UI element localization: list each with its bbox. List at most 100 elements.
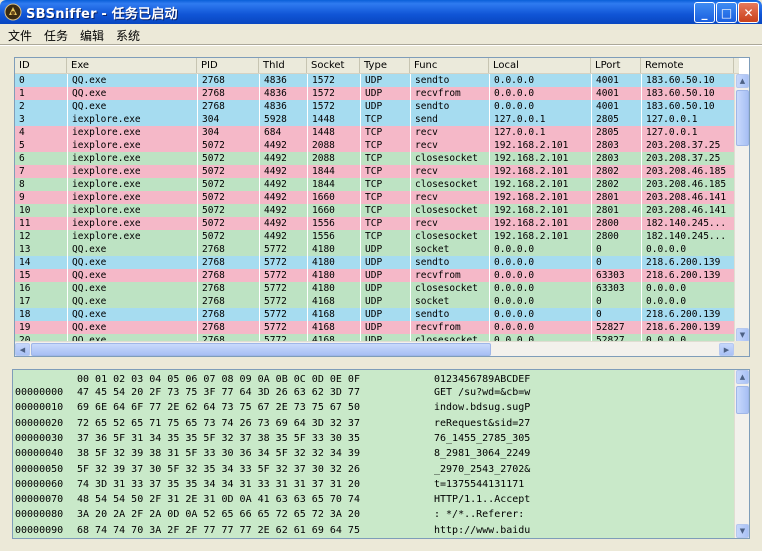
table-cell: 2768 bbox=[197, 269, 259, 282]
table-cell: 14 bbox=[19, 257, 31, 268]
table-cell: 52827 bbox=[591, 321, 641, 334]
table-row[interactable]: 9 iexplore.exe 5072 4492 1660 TCP recv 192.168.… bbox=[15, 191, 734, 204]
column-header[interactable]: Local bbox=[489, 58, 591, 73]
table-cell: 0.0.0.0 bbox=[489, 256, 591, 269]
table-cell: socket bbox=[410, 295, 489, 308]
table-cell: 192.168.2.101 bbox=[489, 230, 591, 243]
table-row[interactable]: 1 QQ.exe 2768 4836 1572 UDP recvfrom 0.0.0.0 400… bbox=[15, 87, 734, 100]
table-cell: 1 bbox=[19, 88, 25, 99]
hex-ascii: 8_2981_3064_2249 bbox=[434, 448, 531, 460]
table-cell: 12 bbox=[19, 231, 31, 242]
table-cell: 1572 bbox=[307, 87, 360, 100]
hex-header: 00 01 02 03 04 05 06 07 08 09 0A 0B 0C 0… bbox=[13, 373, 733, 386]
table-cell: 3 bbox=[19, 114, 25, 125]
table-cell: UDP bbox=[360, 87, 410, 100]
table-row[interactable]: 11 iexplore.exe 5072 4492 1556 TCP recv 192.168… bbox=[15, 217, 734, 230]
close-button[interactable]: ✕ bbox=[738, 2, 759, 23]
column-header[interactable]: LPort bbox=[591, 58, 641, 73]
table-row[interactable]: 15 QQ.exe 2768 5772 4180 UDP recvfrom 0.0.0.0 63… bbox=[15, 269, 734, 282]
scroll-thumb[interactable] bbox=[736, 90, 749, 146]
table-cell: 0 bbox=[19, 75, 25, 86]
column-header[interactable]: Socket bbox=[307, 58, 360, 73]
table-row[interactable]: 19 QQ.exe 2768 5772 4168 UDP recvfrom 0.0.0.0 52… bbox=[15, 321, 734, 334]
column-header[interactable]: Remote bbox=[641, 58, 734, 73]
table-row[interactable]: 6 iexplore.exe 5072 4492 2088 TCP closesocket 1… bbox=[15, 152, 734, 165]
hex-scroll-down-icon[interactable]: ▼ bbox=[736, 524, 749, 538]
maximize-button[interactable]: □ bbox=[716, 2, 737, 23]
table-cell: 1448 bbox=[307, 113, 360, 126]
table-cell: 0.0.0.0 bbox=[489, 74, 591, 87]
table-cell: 8 bbox=[19, 179, 25, 190]
scroll-up-icon[interactable]: ▲ bbox=[736, 74, 749, 88]
window-title: SBSniffer - 任务已启动 bbox=[26, 7, 178, 22]
menu-file[interactable]: 文件 bbox=[8, 27, 32, 44]
hex-vertical-scrollbar[interactable]: ▲ ▼ bbox=[734, 370, 749, 538]
hscroll-thumb[interactable] bbox=[31, 343, 491, 356]
menu-system[interactable]: 系统 bbox=[116, 27, 140, 44]
table-cell: iexplore.exe bbox=[67, 165, 197, 178]
table-row[interactable]: 17 QQ.exe 2768 5772 4168 UDP socket 0.0.0.0 0 0.0… bbox=[15, 295, 734, 308]
scroll-down-icon[interactable]: ▼ bbox=[736, 328, 749, 342]
table-row[interactable]: 10 iexplore.exe 5072 4492 1660 TCP closesocket… bbox=[15, 204, 734, 217]
table-cell: recv bbox=[410, 191, 489, 204]
hex-line: 00000090 68 74 74 70 3A 2F 2F 77 77 77 2E… bbox=[13, 524, 733, 537]
table-row[interactable]: 8 iexplore.exe 5072 4492 1844 TCP closesocket 1… bbox=[15, 178, 734, 191]
table-row[interactable]: 5 iexplore.exe 5072 4492 2088 TCP recv 192.168.… bbox=[15, 139, 734, 152]
table-row[interactable]: 16 QQ.exe 2768 5772 4180 UDP closesocket 0.0.0.… bbox=[15, 282, 734, 295]
menu-edit[interactable]: 编辑 bbox=[80, 27, 104, 44]
menu-task[interactable]: 任务 bbox=[44, 27, 68, 44]
table-cell: 304 bbox=[197, 113, 259, 126]
table-row[interactable]: 3 iexplore.exe 304 5928 1448 TCP send 127.0.0.1… bbox=[15, 113, 734, 126]
table-cell: closesocket bbox=[410, 282, 489, 295]
table-cell: 4180 bbox=[307, 256, 360, 269]
table-row[interactable]: 7 iexplore.exe 5072 4492 1844 TCP recv 192.168.… bbox=[15, 165, 734, 178]
minimize-button[interactable]: _ bbox=[694, 2, 715, 23]
table-row[interactable]: 14 QQ.exe 2768 5772 4180 UDP sendto 0.0.0.0 0 218… bbox=[15, 256, 734, 269]
column-header[interactable]: ID bbox=[15, 58, 67, 73]
table-cell: TCP bbox=[360, 126, 410, 139]
hex-bytes: 68 74 74 70 3A 2F 2F 77 77 77 2E 62 61 6… bbox=[77, 524, 360, 536]
column-header[interactable]: L bbox=[734, 58, 739, 73]
table-row[interactable]: 18 QQ.exe 2768 5772 4168 UDP sendto 0.0.0.0 0 218… bbox=[15, 308, 734, 321]
column-header[interactable]: PID bbox=[197, 58, 259, 73]
table-row[interactable]: 2 QQ.exe 2768 4836 1572 UDP sendto 0.0.0.0 4001 1… bbox=[15, 100, 734, 113]
table-cell: 203.208.37.25 bbox=[641, 139, 734, 152]
table-cell: 203.208.46.185 bbox=[641, 178, 734, 191]
table-row[interactable]: 12 iexplore.exe 5072 4492 1556 TCP closesocket… bbox=[15, 230, 734, 243]
column-header[interactable]: Type bbox=[360, 58, 410, 73]
table-cell: 192.168.2.101 bbox=[489, 178, 591, 191]
table-cell: 5072 bbox=[197, 217, 259, 230]
table-cell: TCP bbox=[360, 165, 410, 178]
table-row[interactable]: 13 QQ.exe 2768 5772 4180 UDP socket 0.0.0.0 0 0.0… bbox=[15, 243, 734, 256]
menu-separator bbox=[0, 44, 762, 46]
scroll-left-icon[interactable]: ◀ bbox=[15, 343, 30, 356]
table-cell: 5072 bbox=[197, 152, 259, 165]
table-cell: 1844 bbox=[307, 178, 360, 191]
hex-view[interactable]: 00 01 02 03 04 05 06 07 08 09 0A 0B 0C 0… bbox=[12, 369, 750, 539]
hex-offset: 00000040 bbox=[15, 448, 64, 460]
column-header[interactable]: Exe bbox=[67, 58, 197, 73]
table-cell: 218.6.200.139 bbox=[641, 308, 734, 321]
table-cell: 2768 bbox=[197, 243, 259, 256]
scroll-right-icon[interactable]: ▶ bbox=[719, 343, 734, 356]
hex-bytes: 38 5F 32 39 38 31 5F 33 30 36 34 5F 32 3… bbox=[77, 448, 360, 460]
hex-scroll-up-icon[interactable]: ▲ bbox=[736, 370, 749, 384]
table-row[interactable]: 4 iexplore.exe 304 684 1448 TCP recv 127.0.0.1 2… bbox=[15, 126, 734, 139]
hex-scroll-thumb[interactable] bbox=[736, 386, 749, 414]
table-cell: TCP bbox=[360, 113, 410, 126]
table-cell: 4001 bbox=[591, 74, 641, 87]
table-cell: 6 bbox=[19, 153, 25, 164]
column-header[interactable]: ThId bbox=[259, 58, 307, 73]
title-bar[interactable]: SBSniffer - 任务已启动 _ □ ✕ bbox=[0, 0, 762, 24]
packet-list[interactable]: ID Exe PID ThId Socket Type Func Local LPort Remo… bbox=[14, 57, 750, 357]
list-horizontal-scrollbar[interactable]: ◀ ▶ bbox=[15, 341, 734, 356]
table-cell: 4492 bbox=[259, 139, 307, 152]
table-cell: 182.140.245... bbox=[641, 217, 734, 230]
hex-line: 00000050 5F 32 39 37 30 5F 32 35 34 33 5F… bbox=[13, 463, 733, 476]
table-cell: 4168 bbox=[307, 321, 360, 334]
column-header[interactable]: Func bbox=[410, 58, 489, 73]
list-vertical-scrollbar[interactable]: ▲ ▼ bbox=[734, 74, 749, 342]
table-row[interactable]: 0 QQ.exe 2768 4836 1572 UDP sendto 0.0.0.0 4001 1… bbox=[15, 74, 734, 87]
table-cell: UDP bbox=[360, 295, 410, 308]
table-cell: TCP bbox=[360, 139, 410, 152]
